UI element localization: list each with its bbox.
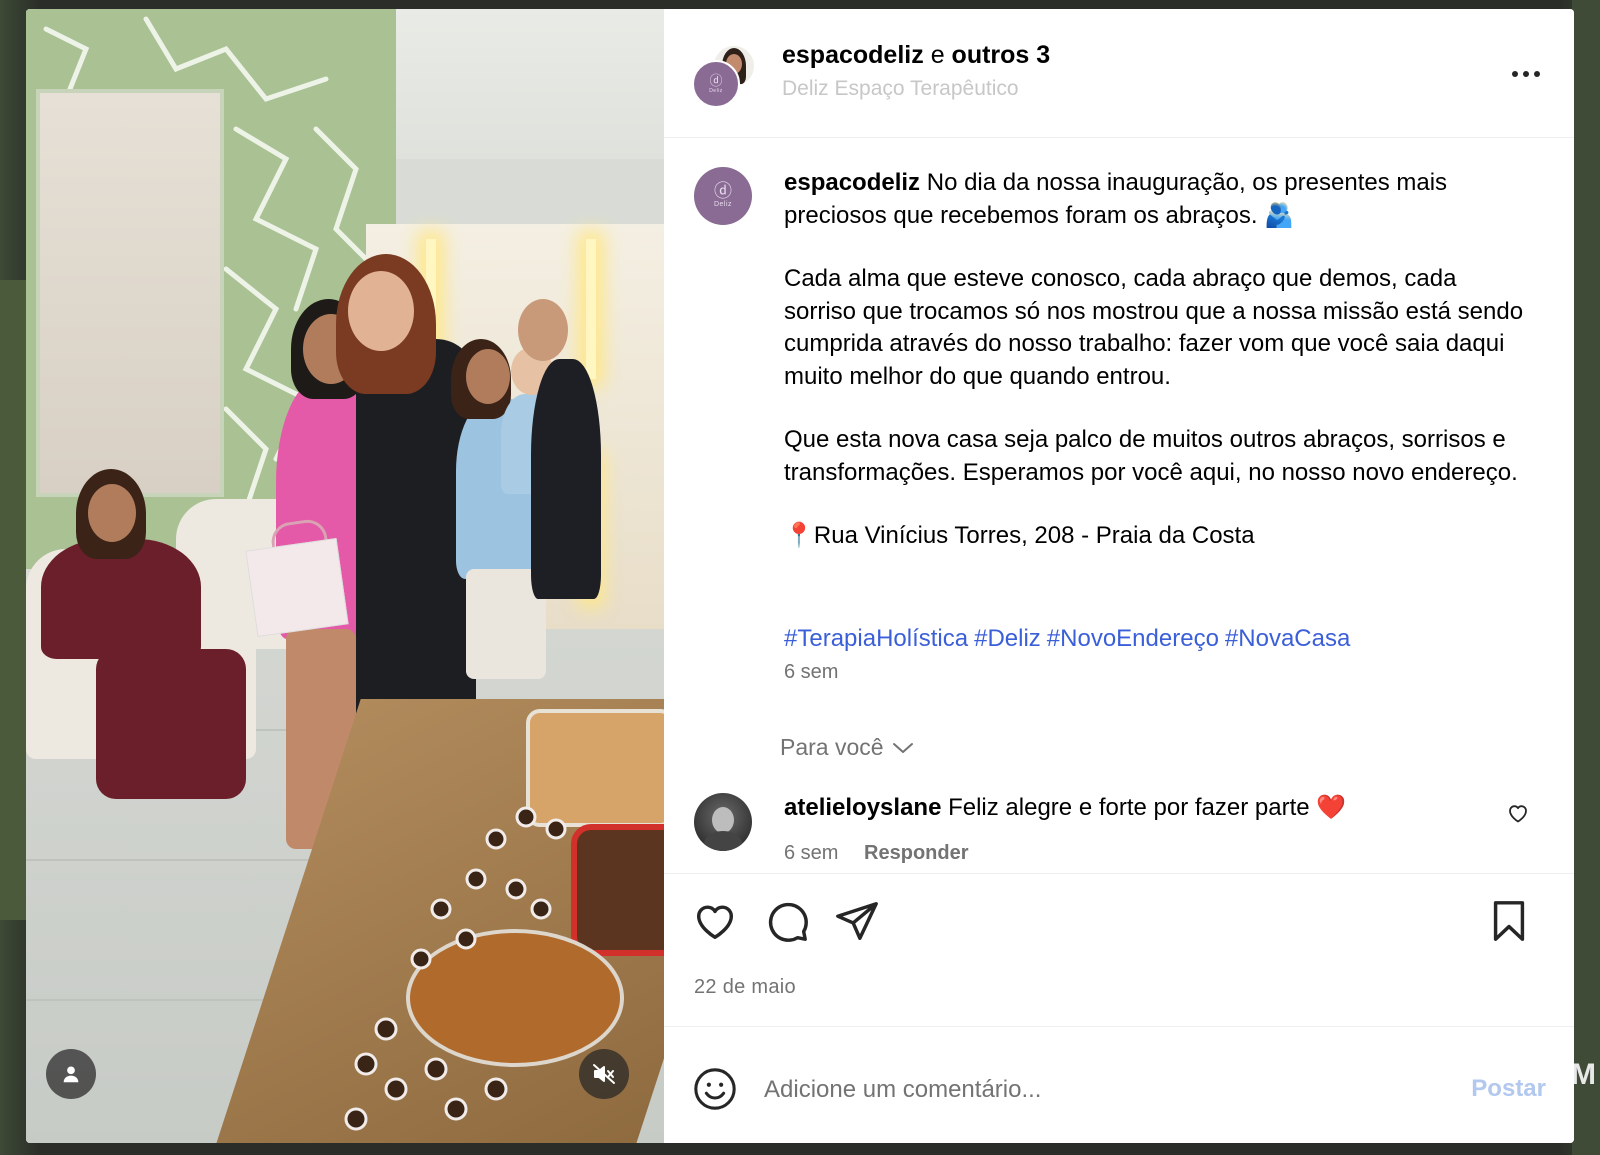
background-content-left [0, 280, 26, 920]
user-icon [63, 1066, 79, 1083]
wall-niche [36, 89, 224, 497]
hashtag-link[interactable]: #NovaCasa [1225, 625, 1350, 652]
save-button[interactable] [1486, 898, 1532, 944]
caption-hashtags: #TerapiaHolística #Deliz #NovoEndereço #Nov… [784, 625, 1356, 653]
heart-icon [1509, 805, 1527, 823]
post-header: ⓓ Deliz espacodeliz e outros 3 Deliz Esp… [664, 9, 1574, 138]
avatar-body [704, 831, 742, 851]
mute-button[interactable] [579, 1049, 629, 1099]
post-details-panel: ⓓ Deliz espacodeliz e outros 3 Deliz Esp… [664, 9, 1574, 1143]
collab-avatars[interactable]: ⓓ Deliz [692, 44, 756, 108]
caption-paragraph: espacodeliz No dia da nossa inauguração,… [784, 167, 1524, 232]
gift-bag [245, 538, 349, 637]
comment: atelieloyslane Feliz alegre e forte por … [784, 793, 1346, 822]
comment-button[interactable] [764, 898, 810, 944]
comment-like-button[interactable] [1506, 801, 1530, 825]
logo-text: Deliz [709, 87, 723, 94]
comment-bubble-icon [768, 902, 808, 942]
more-horizontal-icon [1523, 71, 1529, 77]
face [348, 271, 414, 351]
caption-paragraph: Cada alma que esteve conosco, cada abraç… [784, 265, 1524, 390]
person-man [531, 359, 601, 599]
more-horizontal-icon [1512, 71, 1518, 77]
post-author-line: espacodeliz e outros 3 [782, 41, 1050, 70]
caption-avatar[interactable]: ⓓ Deliz [694, 167, 752, 225]
face [88, 484, 136, 542]
for-you-label: Para você [780, 734, 884, 760]
share-button[interactable] [834, 898, 880, 944]
post-comment-button[interactable]: Postar [1471, 1075, 1546, 1103]
author-connector: e [930, 41, 945, 69]
post-subtitle[interactable]: Deliz Espaço Terapêutico [782, 77, 1019, 101]
comment-meta: 6 sem Responder [784, 842, 969, 865]
deliz-logo-icon: ⓓ [709, 73, 723, 89]
background-text: M [1571, 1058, 1596, 1091]
more-horizontal-icon [1534, 71, 1540, 77]
for-you-filter[interactable]: Para você [780, 734, 914, 761]
paper-plane-icon [836, 902, 878, 940]
add-comment-bar: Postar [664, 1025, 1574, 1143]
action-bar: 22 de maio [664, 873, 1574, 1027]
espacodeliz-avatar[interactable]: ⓓ Deliz [692, 60, 740, 108]
post-modal: ⓓ Deliz espacodeliz e outros 3 Deliz Esp… [26, 9, 1574, 1143]
like-button[interactable] [692, 898, 738, 944]
face [466, 349, 510, 404]
emoji-button[interactable] [692, 1066, 738, 1112]
caption-timestamp[interactable]: 6 sem [784, 661, 838, 684]
bookmark-icon [1493, 901, 1525, 941]
caption-username-link[interactable]: espacodeliz [784, 169, 920, 196]
comment-timestamp[interactable]: 6 sem [784, 842, 838, 864]
logo-text: Deliz [713, 201, 733, 208]
author-username-link[interactable]: espacodeliz [782, 41, 924, 69]
deliz-logo-icon: ⓓ [714, 181, 732, 202]
commenter-username-link[interactable]: atelieloyslane [784, 794, 941, 821]
more-options-button[interactable] [1506, 59, 1546, 89]
hashtag-link[interactable]: #TerapiaHolística [784, 625, 968, 652]
speaker-muted-icon [593, 1064, 615, 1084]
emoji-smile-icon [694, 1068, 736, 1110]
tagged-users-button[interactable] [46, 1049, 96, 1099]
comment-input[interactable] [764, 1073, 1404, 1107]
post-caption: espacodeliz No dia da nossa inauguração,… [784, 167, 1524, 584]
shelf-light [586, 239, 596, 379]
collaborators-link[interactable]: outros 3 [952, 41, 1051, 69]
post-video[interactable] [26, 9, 664, 1143]
person-seated-legs [96, 649, 246, 799]
chevron-down-icon [892, 742, 913, 753]
avatar-face [712, 807, 734, 833]
reply-button[interactable]: Responder [864, 842, 968, 864]
caption-address: 📍Rua Vinícius Torres, 208 - Praia da Cos… [784, 522, 1255, 549]
comment-text: Feliz alegre e forte por fazer parte ❤️ [948, 794, 1347, 821]
background-content-right [1572, 0, 1600, 1155]
heart-icon [696, 905, 734, 940]
face [518, 299, 568, 361]
commenter-avatar[interactable] [694, 793, 752, 851]
hashtag-link[interactable]: #NovoEndereço [1047, 625, 1219, 652]
hashtag-link[interactable]: #Deliz [974, 625, 1041, 652]
post-date[interactable]: 22 de maio [694, 976, 796, 999]
caption-paragraph: Que esta nova casa seja palco de muitos … [784, 426, 1518, 486]
